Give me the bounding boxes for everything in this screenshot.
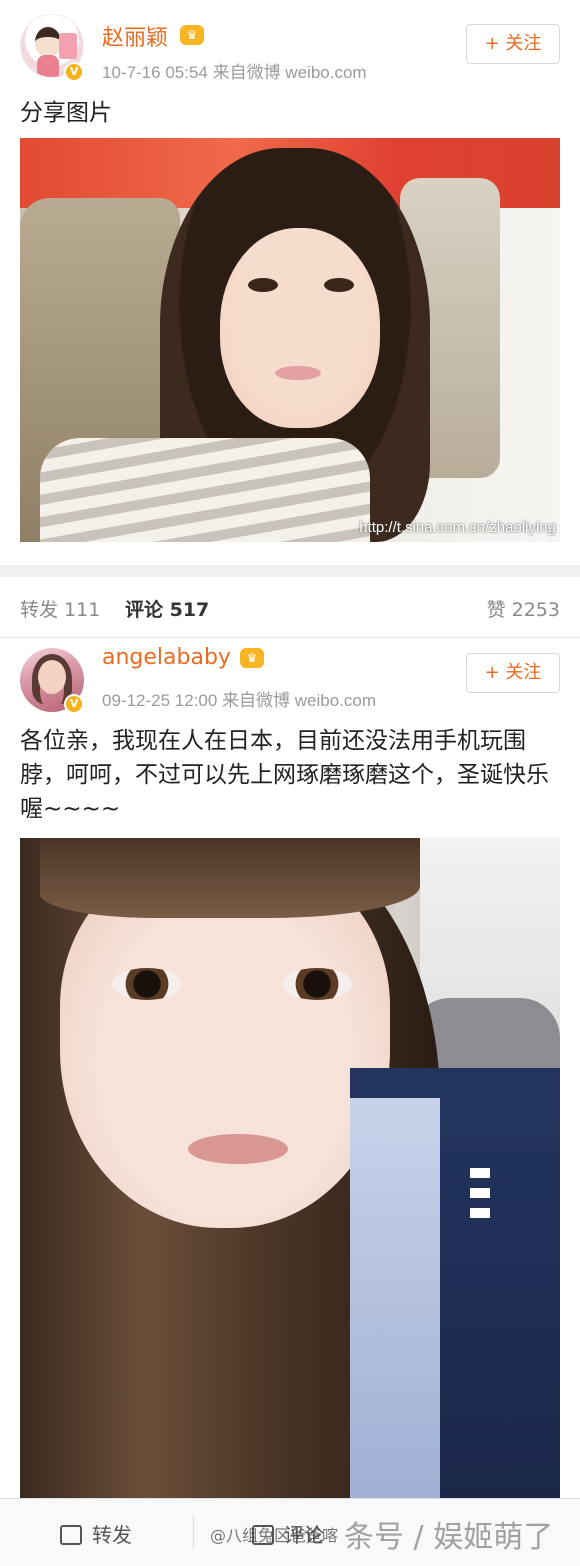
photo-shirt: [40, 438, 370, 542]
photo-eye-right: [324, 278, 354, 292]
verified-icon: V: [64, 694, 84, 714]
follow-button[interactable]: + 关注: [466, 653, 560, 693]
photo-bangs: [40, 838, 420, 918]
post-photo[interactable]: [20, 838, 560, 1498]
photo-watermark: http://t.sina.com.cn/zhaoliying: [359, 519, 556, 536]
bar-separator: [193, 1515, 194, 1549]
post-photo[interactable]: http://t.sina.com.cn/zhaoliying: [20, 138, 560, 542]
repost-label: 转发: [92, 1523, 132, 1547]
like-count-tab[interactable]: 赞 2253: [487, 595, 560, 622]
photo-jacket-stripe: [470, 1168, 490, 1218]
photo-face: [220, 228, 380, 428]
follow-button[interactable]: + 关注: [466, 24, 560, 64]
vip-crown-icon: ♛: [240, 648, 264, 668]
avatar-face: [38, 660, 66, 694]
avatar-decoration: [59, 33, 77, 59]
watermark-brand: 条号 / 娱姬萌了: [344, 1520, 554, 1555]
username[interactable]: angelababy: [102, 645, 231, 670]
post-divider: [0, 565, 580, 577]
avatar-face: [35, 27, 61, 57]
share-icon: [60, 1525, 82, 1545]
photo-lips: [188, 1134, 288, 1164]
photo-lips: [275, 366, 321, 380]
watermark-handle: @八组兔区爸爸喀: [210, 1526, 339, 1545]
footer-watermark: @八组兔区爸爸喀 条号 / 娱姬萌了: [210, 1512, 553, 1556]
photo-eye-left: [248, 278, 278, 292]
comment-count-tab[interactable]: 评论 517: [125, 595, 209, 622]
vip-crown-icon: ♛: [180, 25, 204, 45]
repost-count-tab[interactable]: 转发 111: [20, 595, 100, 622]
verified-icon: V: [64, 62, 84, 82]
post-text: 分享图片: [20, 100, 112, 126]
post-text: 各位亲，我现在人在日本，目前还没法用手机玩围脖，呵呵，不过可以先上网琢磨琢磨这个…: [20, 728, 549, 822]
username[interactable]: 赵丽颖: [102, 20, 168, 52]
photo-eye-left: [112, 968, 182, 1000]
post-meta: 09-12-25 12:00 来自微博 weibo.com: [102, 691, 377, 710]
photo-eye-right: [282, 968, 352, 1000]
repost-button[interactable]: 转发: [60, 1519, 132, 1548]
post-meta: 10-7-16 05:54 来自微博 weibo.com: [102, 63, 367, 82]
avatar-body: [37, 55, 59, 77]
photo-shirt: [350, 1098, 440, 1498]
post-stats-bar: 转发 111 评论 517 赞 2253: [0, 577, 580, 638]
